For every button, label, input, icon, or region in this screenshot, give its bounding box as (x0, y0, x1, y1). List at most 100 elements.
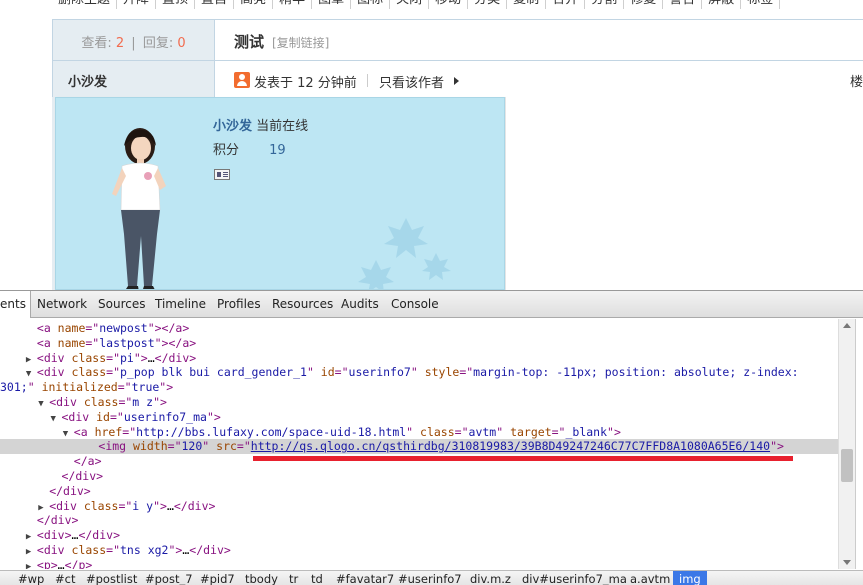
dom-token: "> (168, 543, 183, 557)
dom-node-row[interactable]: </div> (0, 469, 838, 484)
tab-sources[interactable]: Sources (98, 297, 145, 311)
dom-token: avtm (468, 424, 497, 439)
moderation-item[interactable]: 置自 (195, 0, 235, 9)
stats-separator: | (131, 36, 136, 51)
profile-card-icon[interactable] (214, 169, 230, 180)
scroll-thumb[interactable] (841, 449, 853, 482)
breadcrumb-item[interactable]: #ct (55, 572, 75, 585)
tab-console[interactable]: Console (391, 297, 439, 311)
moderation-item[interactable]: 分割 (585, 0, 625, 9)
dom-token: =" (85, 335, 100, 350)
moderation-item[interactable]: 图章 (312, 0, 352, 9)
dom-token: "></a> (154, 335, 197, 350)
online-user-icon (234, 72, 250, 88)
dom-node-row[interactable]: <a name="newpost"></a> (0, 321, 838, 336)
author-name-link[interactable]: 小沙发 (68, 71, 107, 90)
dom-token: id (96, 409, 110, 424)
moderation-item[interactable]: 合并 (546, 0, 586, 9)
breadcrumb-item[interactable]: div#userinfo7_ma (522, 572, 627, 585)
card-points-line: 积分 19 (213, 139, 286, 158)
dom-node-row[interactable]: ▼ <div id="userinfo7_ma"> (0, 410, 838, 425)
moderation-item[interactable]: 图标 (351, 0, 391, 9)
dom-node-row[interactable]: ▶ <div class="tns xg2">…</div> (0, 543, 838, 558)
scroll-down-icon[interactable] (843, 560, 851, 565)
moderation-item[interactable]: 升降 (117, 0, 157, 9)
dom-token: name (57, 335, 86, 350)
tab-profiles[interactable]: Profiles (217, 297, 261, 311)
moderation-toolbar: 删除主题升降置顶置自高亮精华图章图标关闭移动分类复制合并分割修复警告屏蔽标签 (52, 0, 863, 12)
tab-audits[interactable]: Audits (341, 297, 379, 311)
dom-token: <div (36, 350, 72, 365)
dom-node-row[interactable]: ▼ <div class="m z"> (0, 395, 838, 410)
resource-url-link[interactable]: http://qs.qlogo.cn/qsthirdbg/310819983/3… (251, 439, 770, 453)
dom-node-row[interactable]: <img width="120" src="http://qs.qlogo.cn… (0, 439, 838, 455)
triangle-right-icon (454, 77, 459, 85)
moderation-items: 删除主题升降置顶置自高亮精华图章图标关闭移动分类复制合并分割修复警告屏蔽标签 (52, 0, 781, 9)
thread-stats-cell: 查看: 2 | 回复: 0 (52, 19, 214, 61)
dom-token: … (57, 557, 65, 569)
styles-pane (855, 319, 863, 569)
dom-token: initialized (41, 380, 118, 395)
breadcrumb-item[interactable]: #favatar7 (336, 572, 394, 585)
moderation-item[interactable]: 屏蔽 (702, 0, 742, 9)
tab-timeline[interactable]: Timeline (155, 297, 206, 311)
dom-token: <div (49, 395, 84, 409)
dom-node-row[interactable]: ▶ <div>…</div> (0, 528, 838, 543)
dom-tree[interactable]: <a name="newpost"></a> <a name="lastpost"… (0, 319, 838, 569)
only-author-link[interactable]: 只看该作者 (379, 72, 444, 91)
card-username-link[interactable]: 小沙发 (213, 119, 252, 134)
moderation-item[interactable]: 分类 (468, 0, 508, 9)
moderation-item[interactable]: 警告 (663, 0, 703, 9)
dom-token: =" (167, 439, 182, 454)
moderation-item[interactable]: 精华 (273, 0, 313, 9)
dom-token: " (306, 365, 321, 380)
dom-token: class (71, 350, 107, 365)
tab-network[interactable]: Network (37, 297, 87, 311)
dom-node-row[interactable]: ▼ <a href="http://bbs.lufaxy.com/space-ui… (0, 425, 838, 440)
avatar-figure-image[interactable] (94, 124, 184, 290)
breadcrumb-item[interactable]: #userinfo7 (398, 572, 462, 585)
dom-token: target (510, 424, 552, 439)
breadcrumb-item-active[interactable]: img (673, 571, 707, 585)
breadcrumb-item[interactable]: #pid7 (200, 572, 235, 585)
dom-node-row[interactable]: 301;" initialized="true"> (0, 380, 838, 395)
dom-node-row[interactable]: <a name="lastpost"></a> (0, 336, 838, 351)
breadcrumb-item[interactable]: a.avtm (630, 572, 670, 585)
post-content-area (505, 97, 863, 290)
copy-link-button[interactable]: [复制链接] (272, 34, 329, 51)
breadcrumb-item[interactable]: #post_7 (145, 572, 193, 585)
dom-token: <img (98, 439, 134, 454)
breadcrumb-item[interactable]: div.m.z (470, 572, 511, 585)
dom-token: </p> (64, 557, 93, 569)
dom-token: "> (153, 498, 167, 513)
dom-node-row[interactable]: </div> (0, 513, 838, 528)
moderation-item[interactable]: 移动 (429, 0, 469, 9)
dom-token: i y (132, 498, 154, 513)
moderation-item[interactable]: 关闭 (390, 0, 430, 9)
expand-arrow-icon[interactable]: ▶ (26, 560, 37, 569)
breadcrumb-item[interactable]: tr (289, 572, 298, 585)
dom-node-row[interactable]: ▼ <div class="p_pop blk bui card_gender_1… (0, 365, 838, 380)
moderation-item[interactable]: 复制 (507, 0, 547, 9)
breadcrumb-item[interactable]: tbody (245, 572, 278, 585)
moderation-item[interactable]: 修复 (624, 0, 664, 9)
dom-scrollbar[interactable] (838, 319, 855, 569)
dom-node-row[interactable]: </div> (0, 484, 838, 499)
breadcrumb-item[interactable]: td (311, 572, 323, 585)
dom-node-row[interactable]: ▶ <p>…</p> (0, 558, 838, 569)
breadcrumb-item[interactable]: #postlist (86, 572, 137, 585)
dom-node-row[interactable]: ▶ <div class="i y">…</div> (0, 499, 838, 514)
moderation-item[interactable]: 删除主题 (52, 0, 118, 9)
dom-token: "> (607, 424, 621, 439)
tab-elements[interactable]: ents (0, 291, 31, 318)
breadcrumb-item[interactable]: #wp (18, 572, 44, 585)
tab-resources[interactable]: Resources (272, 297, 333, 311)
moderation-item[interactable]: 标签 (741, 0, 781, 9)
scroll-up-icon[interactable] (843, 323, 851, 328)
dom-token: name (57, 321, 86, 335)
dom-node-row[interactable]: ▶ <div class="pi">…</div> (0, 351, 838, 366)
moderation-item[interactable]: 高亮 (234, 0, 274, 9)
dom-token: class (71, 543, 107, 557)
dom-token: 301; (0, 380, 28, 395)
moderation-item[interactable]: 置顶 (156, 0, 196, 9)
